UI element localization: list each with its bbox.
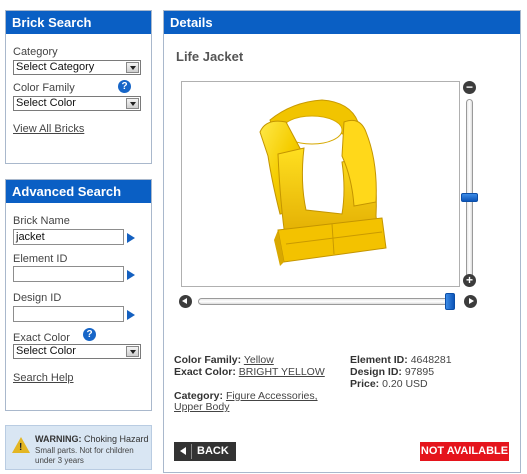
back-button-label: BACK [197, 445, 229, 457]
info-price: Price: 0.20 USD [350, 378, 428, 390]
exact-color-label: Exact Color [13, 332, 70, 344]
info-color-family: Color Family: Yellow [174, 354, 274, 366]
element-id-label: Element ID [13, 253, 68, 265]
design-id-input[interactable] [13, 306, 124, 322]
choking-hazard-warning: ! WARNING: Choking Hazard Small parts. N… [5, 425, 152, 470]
rotate-slider-thumb[interactable] [445, 293, 455, 310]
advanced-search-panel: Advanced Search Brick Name jacket Elemen… [5, 179, 152, 411]
details-panel: Details Life Jacket − + Color Family: Ye… [163, 10, 521, 473]
warning-exclamation: ! [19, 442, 23, 453]
warning-title: WARNING: Choking Hazard [35, 434, 149, 444]
zoom-slider-track[interactable] [466, 99, 473, 278]
element-id-input[interactable] [13, 266, 124, 282]
exact-color-link[interactable]: BRIGHT YELLOW [239, 366, 325, 378]
info-exact-color: Exact Color: BRIGHT YELLOW [174, 366, 325, 378]
zoom-in-button[interactable]: + [463, 274, 476, 287]
color-family-link[interactable]: Yellow [244, 354, 274, 366]
design-id-label: Design ID [13, 292, 62, 304]
back-button[interactable]: BACK [174, 442, 236, 461]
brick-search-panel: Brick Search Category Select Category Co… [5, 10, 152, 164]
brick-name-label: Brick Name [13, 215, 70, 227]
info-design-id: Design ID: 97895 [350, 366, 435, 378]
warning-body: Small parts. Not for children under 3 ye… [35, 446, 134, 465]
rotate-right-button[interactable] [464, 295, 477, 308]
chevron-down-icon[interactable] [126, 346, 139, 357]
info-element-id: Element ID: 4648281 [350, 354, 452, 366]
exact-color-select[interactable]: Select Color [13, 344, 141, 359]
brick-search-title: Brick Search [6, 11, 151, 34]
search-arrow-icon[interactable] [127, 233, 135, 243]
rotate-left-button[interactable] [179, 295, 192, 308]
rotate-slider-track[interactable] [198, 298, 455, 305]
life-jacket-image [259, 99, 387, 266]
category-select-value: Select Category [16, 61, 95, 73]
help-icon[interactable]: ? [83, 328, 96, 341]
info-category: Category: Figure Accessories, Upper Body [174, 390, 318, 413]
zoom-out-button[interactable]: − [463, 81, 476, 94]
category-select[interactable]: Select Category [13, 60, 141, 75]
search-help-link[interactable]: Search Help [13, 372, 74, 384]
color-family-select-value: Select Color [16, 97, 76, 109]
item-name: Life Jacket [176, 49, 244, 64]
chevron-down-icon[interactable] [126, 62, 139, 73]
chevron-down-icon[interactable] [126, 98, 139, 109]
view-all-bricks-link[interactable]: View All Bricks [13, 123, 84, 135]
advanced-search-title: Advanced Search [6, 180, 151, 203]
details-title: Details [164, 11, 520, 34]
zoom-slider-thumb[interactable] [461, 192, 478, 202]
category-label: Category [13, 46, 58, 58]
brick-3d-viewer[interactable] [181, 81, 460, 287]
brick-name-input[interactable]: jacket [13, 229, 124, 245]
help-icon[interactable]: ? [118, 80, 131, 93]
color-family-label: Color Family [13, 82, 75, 94]
back-arrow-icon [180, 447, 186, 455]
search-arrow-icon[interactable] [127, 270, 135, 280]
color-family-select[interactable]: Select Color [13, 96, 141, 111]
not-available-badge: NOT AVAILABLE [420, 442, 509, 461]
back-button-divider [191, 444, 192, 459]
exact-color-select-value: Select Color [16, 345, 76, 357]
search-arrow-icon[interactable] [127, 310, 135, 320]
